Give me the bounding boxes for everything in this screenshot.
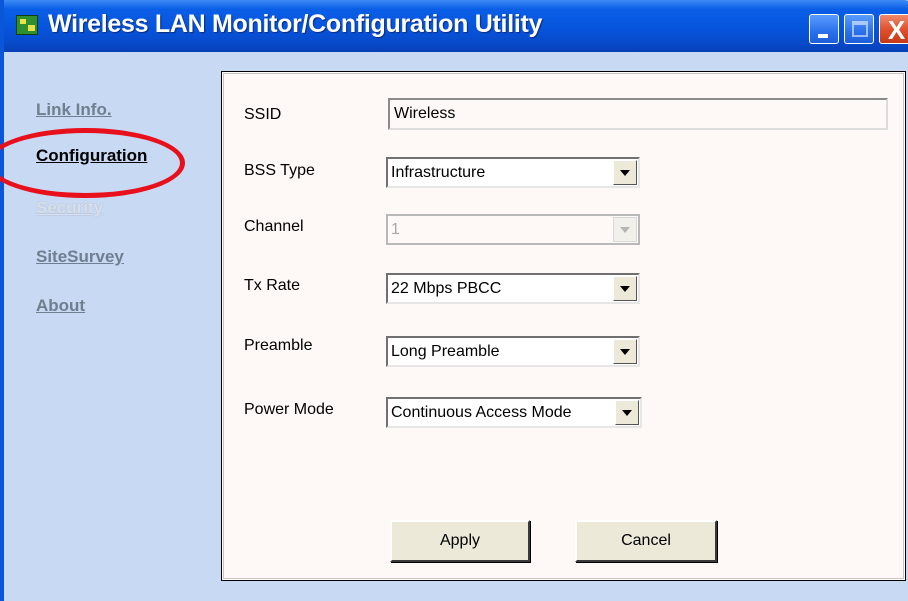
maximize-icon — [852, 21, 868, 37]
preamble-label: Preamble — [244, 337, 313, 354]
maximize-button[interactable] — [844, 14, 874, 44]
chevron-down-icon — [613, 217, 637, 242]
bss-type-label: BSS Type — [244, 162, 315, 179]
bss-type-select[interactable]: Infrastructure — [386, 157, 640, 188]
network-card-icon — [16, 15, 38, 35]
preamble-select[interactable]: Long Preamble — [386, 336, 640, 367]
ssid-label: SSID — [244, 106, 282, 123]
close-button[interactable]: X — [879, 14, 908, 45]
minimize-button[interactable] — [809, 14, 839, 44]
sidebar-item-security[interactable]: Security — [36, 198, 103, 218]
tx-rate-label: Tx Rate — [244, 277, 301, 294]
cancel-button[interactable]: Cancel — [575, 520, 717, 562]
sidebar-item-configuration[interactable]: Configuration — [36, 146, 147, 166]
chevron-down-icon[interactable] — [613, 276, 637, 301]
configuration-panel — [221, 71, 906, 581]
power-mode-label: Power Mode — [244, 401, 334, 418]
sidebar-item-about[interactable]: About — [36, 296, 85, 316]
chevron-down-icon[interactable] — [615, 400, 639, 425]
title-bar[interactable]: Wireless LAN Monitor/Configuration Utili… — [4, 0, 908, 52]
chevron-down-icon[interactable] — [613, 160, 637, 185]
app-window: Wireless LAN Monitor/Configuration Utili… — [0, 0, 908, 601]
power-mode-select[interactable]: Continuous Access Mode — [386, 397, 642, 428]
sidebar-item-sitesurvey[interactable]: SiteSurvey — [36, 247, 124, 267]
sidebar-item-link-info[interactable]: Link Info. — [36, 100, 112, 120]
preamble-value: Long Preamble — [391, 343, 500, 360]
apply-button[interactable]: Apply — [390, 520, 530, 562]
channel-value: 1 — [391, 221, 400, 238]
panel-inner — [223, 73, 904, 579]
bss-type-value: Infrastructure — [391, 164, 486, 181]
channel-select: 1 — [386, 214, 640, 245]
tx-rate-select[interactable]: 22 Mbps PBCC — [386, 273, 640, 304]
power-mode-value: Continuous Access Mode — [391, 404, 572, 421]
minimize-icon — [818, 34, 828, 38]
chevron-down-icon[interactable] — [613, 339, 637, 364]
close-icon: X — [887, 15, 906, 45]
tx-rate-value: 22 Mbps PBCC — [391, 280, 502, 297]
channel-label: Channel — [244, 218, 304, 235]
ssid-input[interactable] — [388, 98, 888, 130]
window-title: Wireless LAN Monitor/Configuration Utili… — [48, 10, 543, 38]
